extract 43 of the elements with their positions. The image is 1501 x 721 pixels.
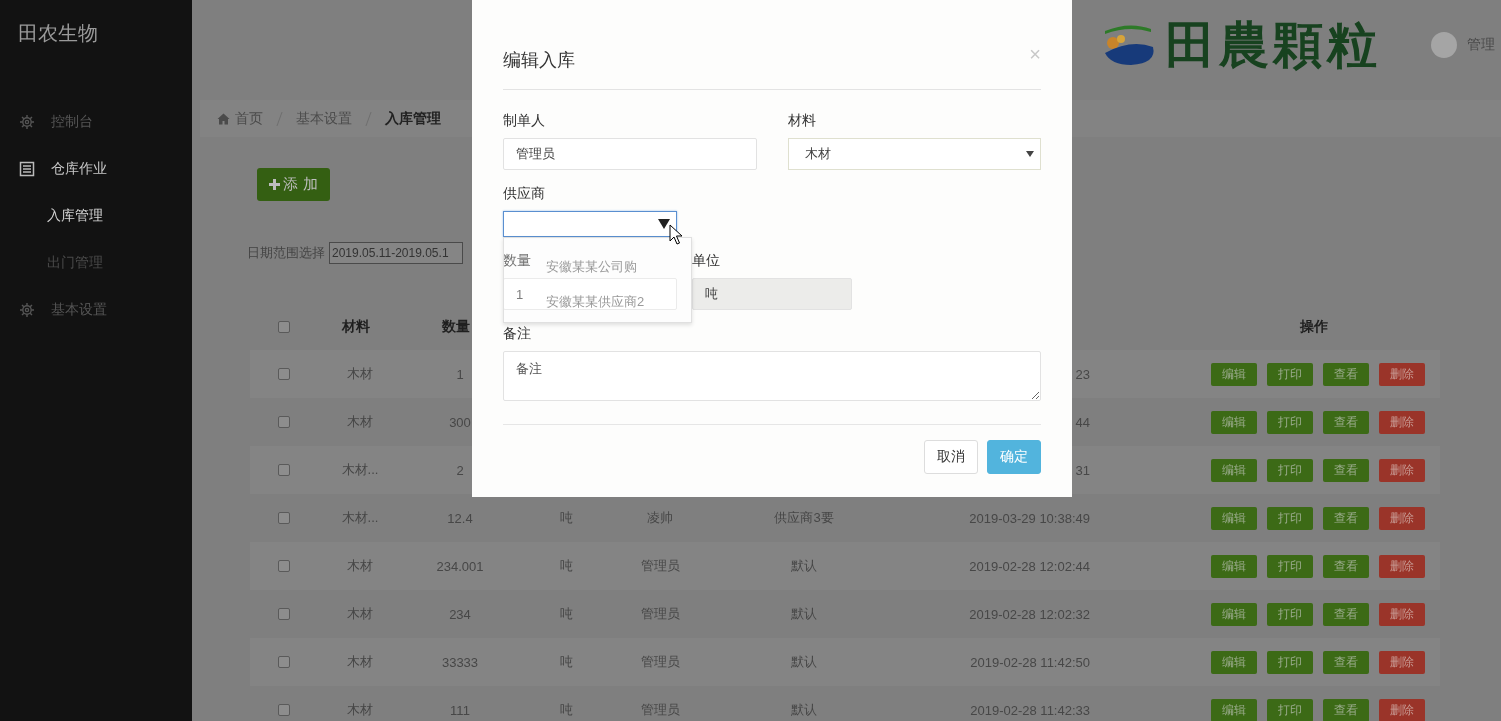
table-cell-text: 木材	[346, 605, 374, 623]
field-label: 数量	[503, 252, 531, 270]
field-label: 制单人	[503, 112, 545, 130]
table-cell-text: 默认	[790, 701, 818, 719]
column-header: 操作	[1299, 318, 1328, 336]
logo-text: 田農顆粒	[1165, 13, 1381, 76]
table-cell: 23	[1075, 366, 1090, 382]
table-cell-text: 12.4	[446, 510, 474, 526]
table-cell-text: 木材	[346, 557, 374, 575]
column-header: 材料	[342, 318, 370, 336]
table-cell-text: 234.001	[435, 558, 485, 574]
table-cell: 2019-03-29 10:38:49	[969, 510, 1090, 526]
table-cell: 44	[1075, 414, 1090, 430]
table-cell-text: 33333	[440, 654, 480, 670]
breadcrumb-current: 入库管理	[385, 109, 441, 128]
field-label: 材料	[788, 112, 816, 130]
table-cell-text: 默认	[790, 557, 818, 575]
field-label: 供应商	[503, 185, 545, 203]
table-cell: 2019-02-28 11:42:33	[970, 702, 1090, 718]
table-cell-text: 300	[448, 414, 472, 430]
table-cell-text: 111	[449, 702, 471, 718]
table-cell-text: 默认	[790, 605, 818, 623]
field-label: 备注	[503, 325, 531, 343]
table-cell-text: 木材	[346, 413, 374, 431]
table-cell: 2019-02-28 11:42:50	[970, 654, 1090, 670]
brand-title: 田农生物	[17, 21, 99, 46]
table-cell: 2019-02-28 12:02:44	[969, 558, 1090, 574]
table-cell-text: 吨	[558, 653, 574, 671]
table-cell-text: 木材...	[340, 461, 380, 479]
table-cell-text: 默认	[790, 653, 818, 671]
table-cell-text: 吨	[558, 557, 574, 575]
table-cell: 31	[1075, 462, 1090, 478]
table-cell: 2019-02-28 12:02:32	[969, 606, 1090, 622]
column-header: 数量	[442, 318, 470, 336]
table-cell-text: 木材	[346, 701, 374, 719]
dialog-title: 编辑入库	[503, 49, 575, 72]
field-label: 单位	[692, 252, 720, 270]
table-cell-text: 木材...	[340, 509, 380, 527]
table-cell-text: 234	[448, 606, 472, 622]
table-cell-text: 木材	[346, 365, 374, 383]
table-cell-text: 木材	[346, 653, 374, 671]
table-cell-text: 1	[455, 366, 465, 382]
table-cell-text: 2	[455, 462, 465, 478]
